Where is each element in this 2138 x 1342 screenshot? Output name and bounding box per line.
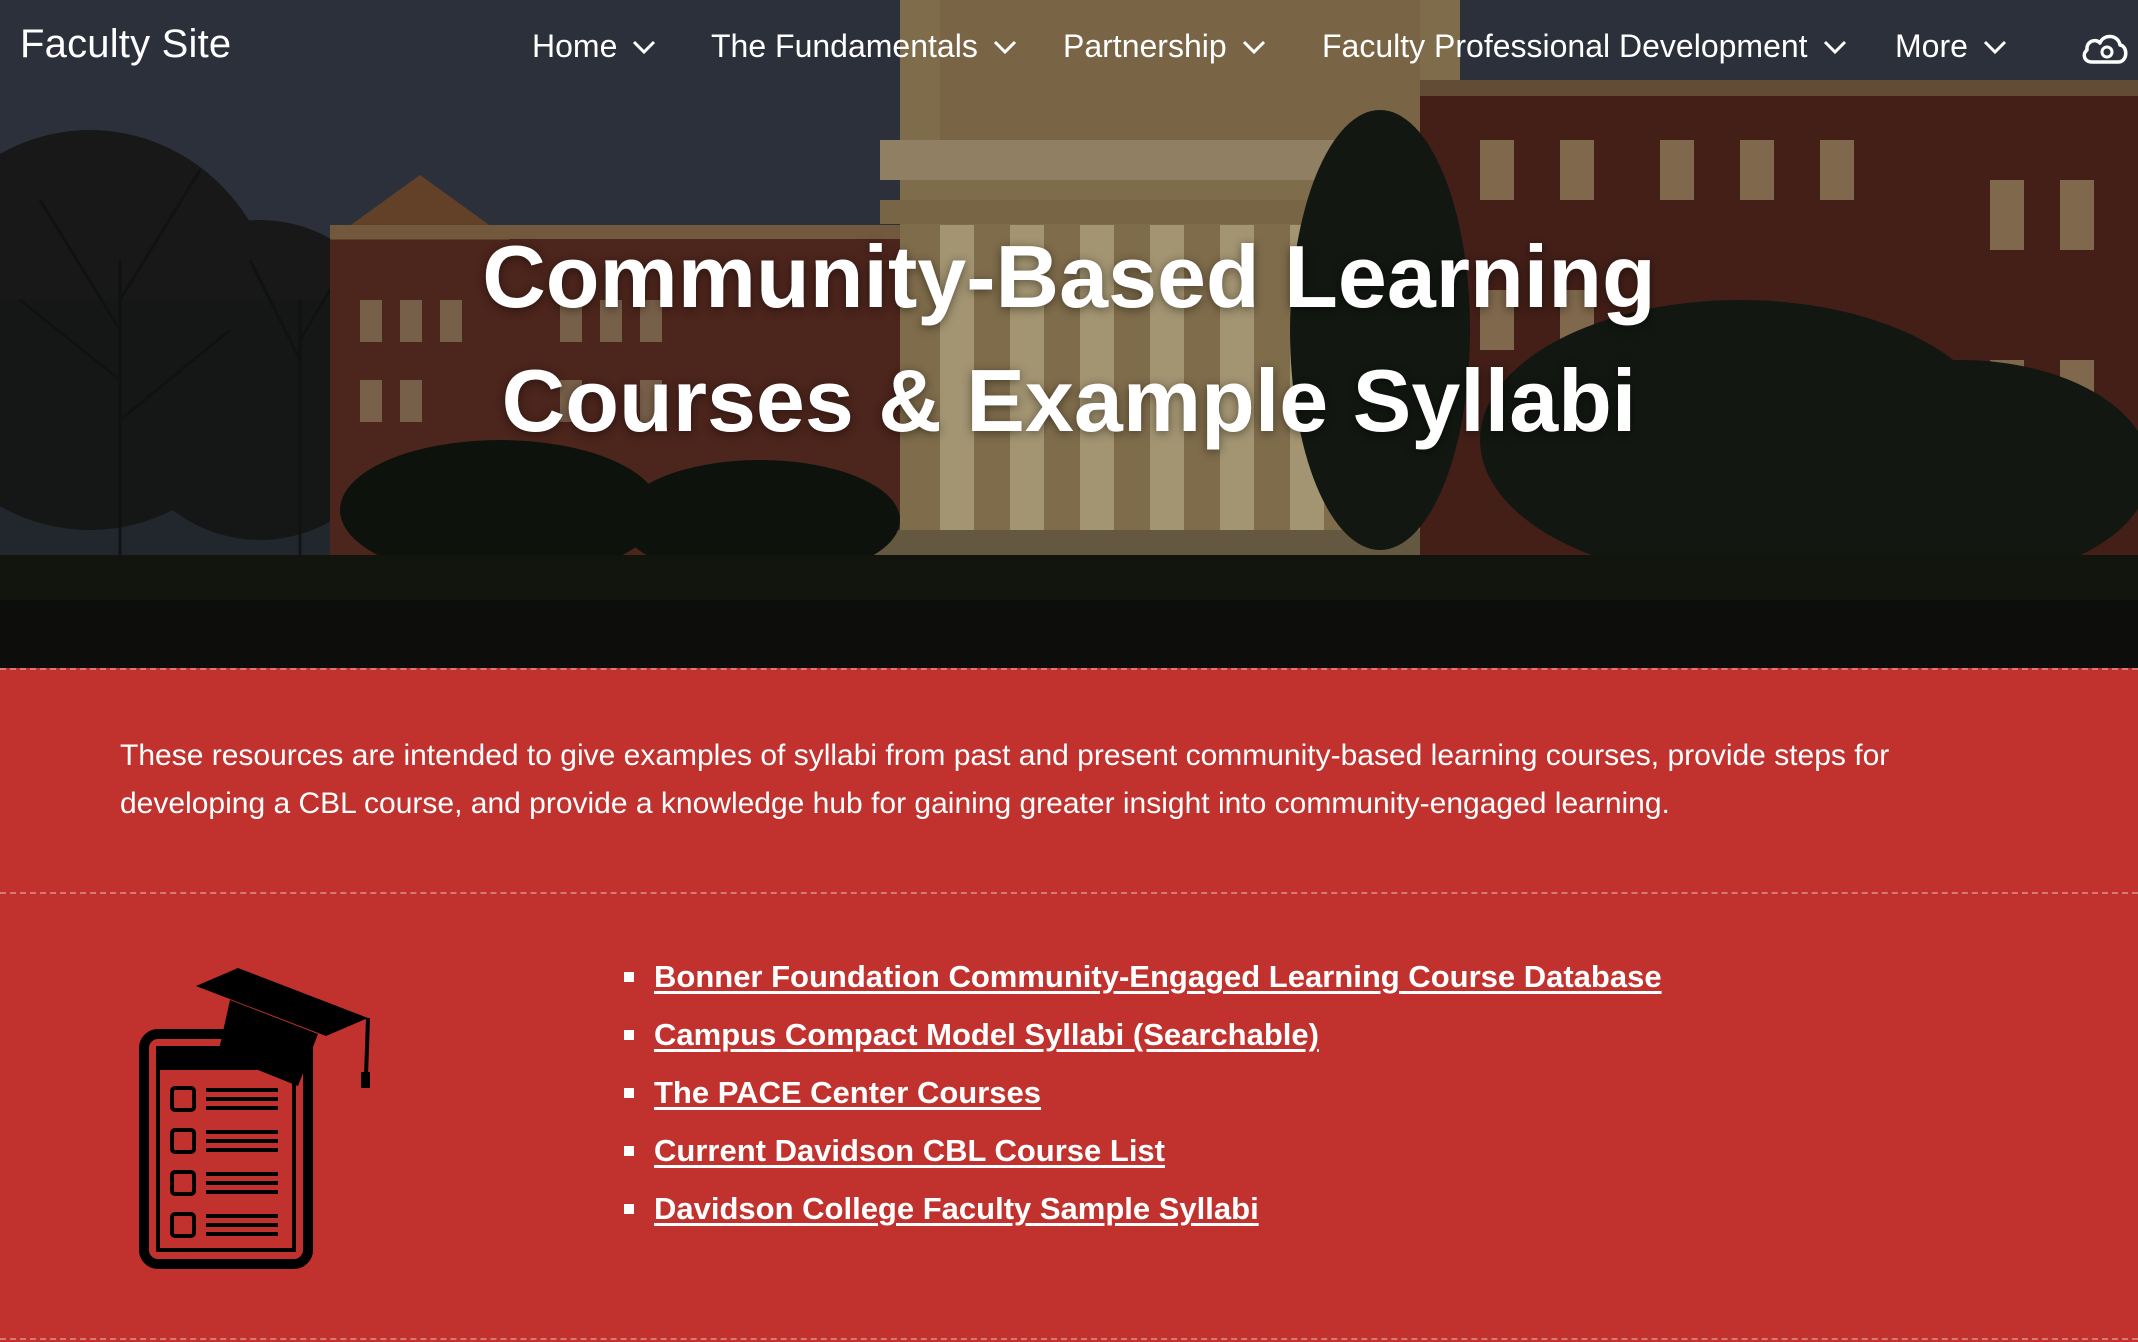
nav-item-home[interactable]: Home	[532, 28, 657, 65]
list-item: Davidson College Faculty Sample Syllabi	[624, 1188, 1662, 1246]
nav-item-more[interactable]: More	[1895, 28, 2008, 65]
davidson-sample-syllabi-link[interactable]: Davidson College Faculty Sample Syllabi	[654, 1191, 1259, 1226]
resource-link-list: Bonner Foundation Community-Engaged Lear…	[620, 956, 1662, 1246]
intro-text: These resources are intended to give exa…	[120, 739, 1890, 820]
cloud-icon[interactable]	[2080, 30, 2130, 66]
intro-section: These resources are intended to give exa…	[0, 668, 2138, 893]
chevron-down-icon	[993, 40, 1016, 54]
nav-item-label: Faculty Professional Development	[1322, 28, 1808, 64]
site-title-link[interactable]: Faculty Site	[20, 22, 231, 67]
list-item: The PACE Center Courses	[624, 1072, 1662, 1130]
bonner-foundation-link[interactable]: Bonner Foundation Community-Engaged Lear…	[654, 959, 1662, 994]
page-title-line-2: Courses & Example Syllabi	[501, 351, 1637, 450]
syllabus-graduation-cap-icon	[139, 968, 370, 1269]
chevron-down-icon	[1983, 40, 2006, 54]
nav-item-faculty-professional-development[interactable]: Faculty Professional Development	[1322, 28, 1848, 65]
chevron-down-icon	[1823, 40, 1846, 54]
hero-banner: Faculty Site Home The Fundamentals Partn…	[0, 0, 2138, 668]
chevron-down-icon	[633, 40, 656, 54]
campus-compact-link[interactable]: Campus Compact Model Syllabi (Searchable…	[654, 1017, 1319, 1052]
top-navigation: Faculty Site Home The Fundamentals Partn…	[0, 0, 2138, 96]
chevron-down-icon	[1242, 40, 1265, 54]
list-item: Campus Compact Model Syllabi (Searchable…	[624, 1014, 1662, 1072]
resources-section: Bonner Foundation Community-Engaged Lear…	[0, 894, 2138, 1334]
list-item: Current Davidson CBL Course List	[624, 1130, 1662, 1188]
nav-item-label: The Fundamentals	[711, 28, 978, 64]
nav-item-label: Home	[532, 28, 618, 64]
page-title: Community-Based Learning Courses & Examp…	[0, 215, 2138, 463]
list-item: Bonner Foundation Community-Engaged Lear…	[624, 956, 1662, 1014]
nav-item-partnership[interactable]: Partnership	[1063, 28, 1267, 65]
davidson-cbl-course-list-link[interactable]: Current Davidson CBL Course List	[654, 1133, 1165, 1168]
bottom-divider	[0, 1338, 2138, 1340]
pace-center-link[interactable]: The PACE Center Courses	[654, 1075, 1041, 1110]
nav-item-the-fundamentals[interactable]: The Fundamentals	[711, 28, 1018, 65]
page-title-line-1: Community-Based Learning	[482, 227, 1656, 326]
nav-item-label: Partnership	[1063, 28, 1227, 64]
nav-item-label: More	[1895, 28, 1968, 64]
